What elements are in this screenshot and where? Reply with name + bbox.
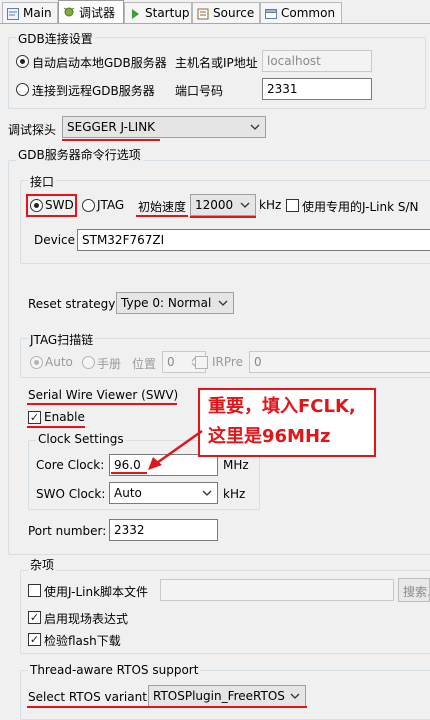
tab-common-label: Common — [281, 6, 336, 20]
swv-enable-label: Enable — [44, 410, 85, 424]
irpre-checkbox[interactable] — [195, 356, 208, 369]
speed-select-red-underline — [190, 216, 256, 218]
port-input[interactable]: 2331 — [262, 78, 372, 100]
jtag-auto-radio[interactable] — [30, 356, 43, 369]
auto-start-radio[interactable] — [16, 55, 29, 68]
verify-flash-checkbox[interactable]: ✓ — [28, 633, 41, 646]
tab-bar: Main 调试器 Startup Source Common — [0, 0, 430, 24]
browse-button[interactable]: 搜索... — [398, 578, 430, 602]
swv-port-label: Port number: — [28, 524, 107, 538]
swv-title: Serial Wire Viewer (SWV) — [28, 388, 179, 402]
chevron-down-icon — [202, 490, 212, 496]
device-input[interactable]: STM32F767ZI — [77, 229, 430, 251]
auto-start-label: 自动启动本地GDB服务器 — [32, 56, 167, 70]
port-label: 端口号码 — [175, 84, 224, 98]
probe-value: SEGGER J-LINK — [67, 120, 156, 134]
interface-title: 接口 — [28, 173, 57, 190]
jtag-radio[interactable] — [82, 199, 95, 212]
startup-tab-icon — [132, 9, 139, 19]
tab-main[interactable]: Main — [2, 2, 58, 23]
source-tab-icon — [197, 8, 209, 20]
clock-settings-title: Clock Settings — [36, 432, 126, 446]
tab-startup[interactable]: Startup — [124, 2, 192, 23]
swo-clock-label: SWO Clock: — [36, 487, 106, 501]
core-clock-unit: MHz — [223, 458, 249, 472]
probe-select[interactable]: SEGGER J-LINK — [62, 116, 266, 138]
rtos-title: Thread-aware RTOS support — [28, 663, 201, 677]
swd-radio[interactable] — [30, 199, 43, 212]
interface-group — [20, 180, 430, 264]
tab-source[interactable]: Source — [192, 2, 260, 23]
jlink-script-label: 使用J-Link脚本文件 — [44, 585, 149, 599]
remote-label: 连接到远程GDB服务器 — [32, 84, 155, 98]
chevron-down-icon — [218, 300, 228, 306]
tab-debugger[interactable]: 调试器 — [58, 0, 124, 24]
annotation-line-2: 这里是96MHz — [208, 426, 331, 447]
jtag-label: JTAG — [97, 198, 125, 212]
debugger-tab-icon — [63, 7, 75, 17]
jtag-position-label: 位置 — [132, 357, 157, 371]
jtag-manual-radio[interactable] — [82, 356, 95, 369]
gdb-connection-title: GDB连接设置 — [16, 30, 95, 47]
live-expr-checkbox[interactable]: ✓ — [28, 611, 41, 624]
chevron-down-icon — [250, 124, 260, 130]
live-expr-label: 启用现场表达式 — [44, 612, 129, 626]
swo-clock-select[interactable]: Auto — [109, 482, 218, 504]
annotation-line-1: 重要，填入FCLK, — [208, 396, 356, 417]
misc-title: 杂项 — [28, 556, 57, 573]
jtag-chain-title: JTAG扫描链 — [28, 331, 96, 348]
rtos-variant-label: Select RTOS variant: — [28, 690, 151, 704]
device-label: Device — [34, 233, 76, 247]
tab-divider — [0, 23, 430, 24]
chevron-down-icon — [290, 693, 300, 699]
jtag-manual-label: 手册 — [97, 357, 122, 371]
speed-red-underline — [136, 215, 188, 217]
dedicated-sn-label: 使用专用的J-Link S/N — [302, 200, 419, 214]
tab-main-label: Main — [23, 6, 52, 20]
gdb-server-options-title: GDB服务器命令行选项 — [16, 146, 143, 163]
swo-clock-value: Auto — [114, 486, 142, 500]
probe-red-underline — [62, 139, 160, 141]
enable-red-underline — [27, 426, 85, 428]
rtos-red-underline — [27, 706, 307, 708]
common-tab-icon — [265, 9, 277, 19]
jlink-script-input[interactable] — [160, 579, 394, 601]
swo-clock-unit: kHz — [223, 487, 246, 501]
chevron-down-icon — [240, 202, 250, 208]
tab-debugger-label: 调试器 — [79, 6, 116, 20]
rtos-variant-value: RTOSPlugin_FreeRTOS — [153, 689, 285, 703]
remote-radio[interactable] — [16, 83, 29, 96]
speed-value: 12000 — [195, 198, 234, 212]
tab-source-label: Source — [213, 6, 255, 20]
speed-label: 初始速度 — [138, 200, 187, 214]
jtag-auto-label: Auto — [45, 355, 73, 369]
rtos-variant-select[interactable]: RTOSPlugin_FreeRTOS — [148, 685, 306, 707]
host-input[interactable]: localhost — [262, 50, 372, 72]
reset-strategy-value: Type 0: Normal — [121, 296, 212, 310]
dedicated-sn-checkbox[interactable] — [286, 199, 299, 212]
irpre-label: IRPre — [212, 355, 243, 369]
annotation-callout: 重要，填入FCLK, 这里是96MHz — [198, 388, 376, 457]
probe-label: 调试探头 — [8, 123, 57, 137]
tab-common[interactable]: Common — [260, 2, 342, 23]
swv-port-input[interactable]: 2332 — [109, 519, 218, 541]
reset-strategy-select[interactable]: Type 0: Normal — [116, 292, 234, 314]
swv-enable-checkbox[interactable]: ✓ — [28, 411, 41, 424]
main-tab-icon — [7, 8, 19, 20]
tab-startup-label: Startup — [145, 6, 190, 20]
annotation-arrow-icon — [148, 429, 203, 470]
core-clock-label: Core Clock: — [36, 458, 105, 472]
speed-select[interactable]: 12000 — [190, 194, 256, 216]
host-label: 主机名或IP地址 — [175, 56, 258, 70]
swv-red-underline — [27, 403, 177, 405]
jlink-script-checkbox[interactable] — [28, 584, 41, 597]
reset-strategy-label: Reset strategy — [28, 297, 116, 311]
verify-flash-label: 检验flash下载 — [44, 634, 121, 648]
irpre-input[interactable]: 0 — [249, 351, 430, 373]
swd-label: SWD — [45, 198, 74, 212]
speed-unit: kHz — [259, 198, 282, 212]
jtag-position-value: 0 — [167, 355, 175, 369]
